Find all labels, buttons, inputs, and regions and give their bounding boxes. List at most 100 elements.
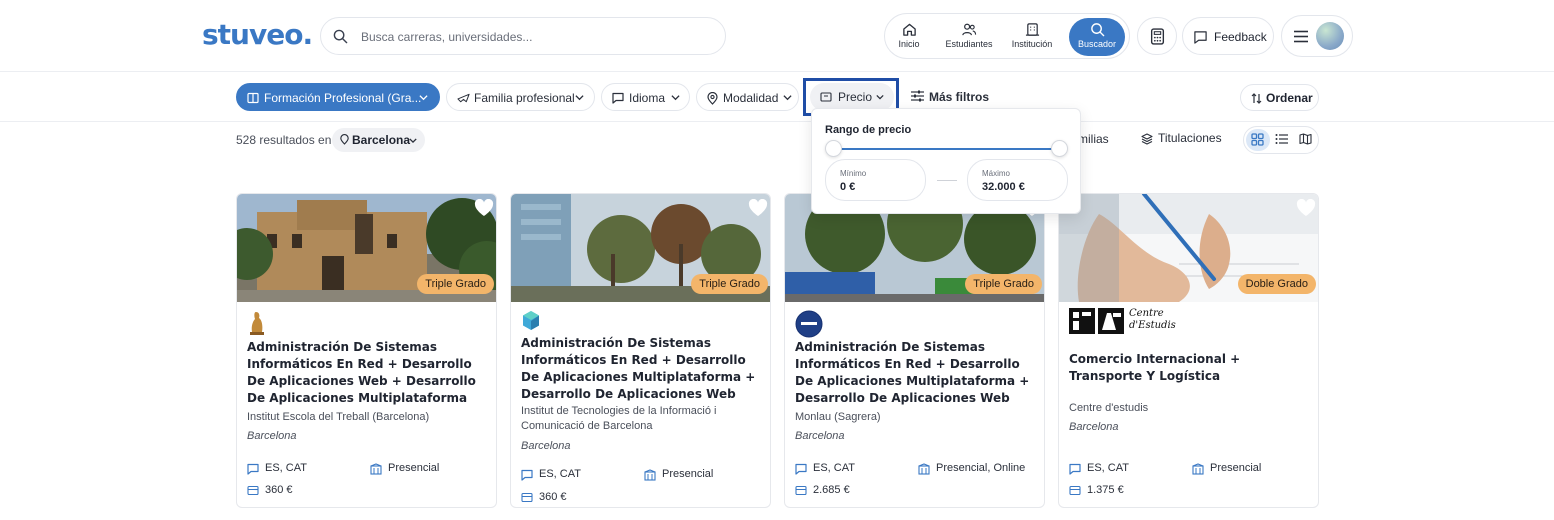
view-switcher	[1243, 126, 1319, 154]
map-icon	[1299, 133, 1312, 145]
map-view-button[interactable]	[1294, 129, 1318, 151]
users-icon	[962, 23, 977, 36]
logo-text-estudis: d'Estudis	[1129, 320, 1176, 331]
modality-value: Presencial	[1210, 462, 1262, 474]
price-max-field[interactable]: Máximo 32.000 €	[967, 159, 1068, 201]
building-icon	[1192, 463, 1204, 475]
program-title[interactable]: Administración De Sistemas Informáticos …	[521, 335, 759, 403]
layers-icon	[1141, 133, 1153, 145]
home-icon	[902, 23, 916, 36]
heart-icon[interactable]	[748, 199, 768, 217]
filter-formacion-label: Formación Profesional (Gra...	[264, 91, 422, 105]
modality-value: Presencial, Online	[936, 462, 1026, 474]
credit-card-icon	[1069, 485, 1081, 496]
feedback-button[interactable]: Feedback	[1182, 17, 1274, 55]
location-pin-icon	[707, 92, 718, 105]
degree-badge: Triple Grado	[417, 274, 494, 294]
user-menu-button[interactable]	[1281, 15, 1353, 57]
chevron-down-icon	[671, 95, 680, 101]
grid-view-button[interactable]	[1246, 129, 1270, 151]
nav-estudiantes-label: Estudiantes	[945, 39, 993, 49]
building-icon	[644, 469, 656, 481]
institution-logo	[795, 310, 823, 338]
chevron-down-icon	[575, 95, 584, 101]
program-card[interactable]: Triple Grado Administración De Sistemas …	[784, 193, 1045, 508]
program-title[interactable]: Comercio Internacional + Transporte Y Lo…	[1069, 351, 1307, 385]
price-slider-max-handle[interactable]	[1051, 140, 1068, 157]
sort-button[interactable]: Ordenar	[1240, 84, 1319, 111]
nav-institucion[interactable]: Institución	[1007, 18, 1057, 56]
degree-badge: Triple Grado	[965, 274, 1042, 294]
search-icon	[333, 29, 348, 44]
language-value: ES, CAT	[813, 462, 855, 474]
building-icon	[918, 463, 930, 475]
institution-logo	[523, 311, 539, 330]
language-value: ES, CAT	[265, 462, 307, 474]
filter-modalidad-label: Modalidad	[723, 91, 779, 105]
credit-card-icon	[247, 485, 259, 496]
heart-icon[interactable]	[1296, 199, 1316, 217]
more-filters-label: Más filtros	[929, 90, 990, 104]
city-selector[interactable]: Barcelona	[332, 128, 425, 152]
calculator-button[interactable]	[1137, 17, 1177, 55]
program-title[interactable]: Administración De Sistemas Informáticos …	[247, 339, 485, 407]
nav-buscador-label: Buscador	[1077, 39, 1117, 49]
city-label: Barcelona	[352, 133, 411, 147]
plane-icon	[457, 93, 470, 103]
language-value: ES, CAT	[539, 468, 581, 480]
price-slider-min-handle[interactable]	[825, 140, 842, 157]
program-city: Barcelona	[1069, 421, 1119, 433]
filter-familia-label: Familia profesional	[474, 91, 575, 105]
program-card[interactable]: Triple Grado Administración De Sistemas …	[510, 193, 771, 508]
nav-inicio-label: Inicio	[898, 39, 920, 49]
hamburger-icon	[1294, 30, 1308, 43]
search-bar[interactable]	[320, 17, 726, 55]
nav-estudiantes[interactable]: Estudiantes	[941, 18, 997, 56]
program-title[interactable]: Administración De Sistemas Informáticos …	[795, 339, 1033, 407]
chevron-down-icon	[783, 95, 792, 101]
institution-name: Institut Escola del Treball (Barcelona)	[247, 411, 430, 423]
price-slider-track[interactable]	[834, 148, 1060, 150]
card-image: Triple Grado	[511, 194, 770, 302]
filter-formacion-profesional[interactable]: Formación Profesional (Gra...	[236, 83, 440, 111]
sort-label: Ordenar	[1266, 91, 1313, 105]
tab-familias[interactable]: milias	[1078, 132, 1109, 146]
chevron-down-icon	[409, 138, 417, 143]
grid-icon	[1251, 133, 1264, 146]
program-card[interactable]: Doble Grado Centre d'Estudis Comercio In…	[1058, 193, 1319, 508]
filter-familia-profesional[interactable]: Familia profesional	[446, 83, 595, 111]
modality-value: Presencial	[662, 468, 714, 480]
stuveo-logo[interactable]: stuveo.	[202, 18, 313, 51]
price-value: 2.685 €	[813, 484, 850, 496]
filter-modalidad[interactable]: Modalidad	[696, 83, 799, 111]
building-icon	[1025, 23, 1039, 36]
language-value: ES, CAT	[1087, 462, 1129, 474]
price-min-field[interactable]: Mínimo 0 €	[825, 159, 926, 201]
nav-inicio[interactable]: Inicio	[891, 18, 927, 56]
top-header: stuveo. Inicio Estudiantes Institución B…	[0, 0, 1554, 72]
price-value: 360 €	[265, 484, 293, 496]
price-value: 360 €	[539, 491, 567, 503]
program-card[interactable]: Triple Grado Administración De Sistemas …	[236, 193, 497, 508]
degree-badge: Doble Grado	[1237, 274, 1316, 294]
feedback-label: Feedback	[1214, 30, 1267, 44]
credit-card-icon	[521, 492, 533, 503]
search-input[interactable]	[361, 27, 701, 47]
logo-text-centre: Centre	[1129, 308, 1164, 319]
institution-logo: Centre d'Estudis	[1069, 308, 1179, 336]
main-nav: Inicio Estudiantes Institución Buscador	[884, 13, 1130, 59]
modality-value: Presencial	[388, 462, 440, 474]
program-city: Barcelona	[247, 430, 297, 442]
heart-icon[interactable]	[474, 199, 494, 217]
nav-buscador[interactable]: Buscador	[1069, 18, 1125, 56]
location-pin-icon	[340, 134, 349, 145]
card-image: Triple Grado	[237, 194, 496, 302]
avatar	[1316, 22, 1344, 50]
list-view-button[interactable]	[1270, 129, 1294, 151]
message-icon	[1069, 463, 1081, 475]
building-icon	[370, 463, 382, 475]
institution-logo	[250, 312, 264, 335]
price-min-value: 0 €	[840, 181, 856, 193]
filter-idioma[interactable]: Idioma	[601, 83, 690, 111]
tab-titulaciones-label: Titulaciones	[1158, 131, 1222, 145]
